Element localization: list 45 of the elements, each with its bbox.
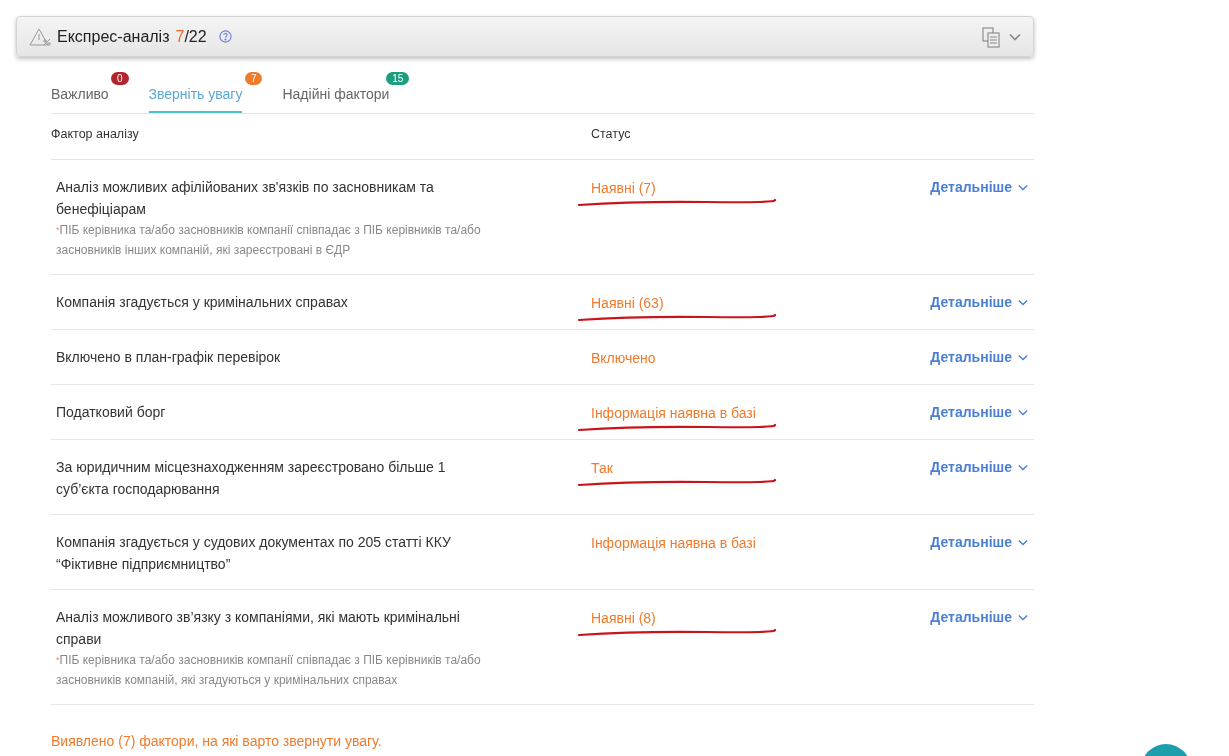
- chevron-down-icon: [1018, 353, 1028, 361]
- status-text: Наявні (63): [591, 295, 664, 311]
- tab[interactable]: Зверніть увагу: [148, 74, 243, 113]
- chevron-down-icon: [1018, 613, 1028, 621]
- chevron-down-icon: [1018, 183, 1028, 191]
- factor-text: Компанія згадується у кримінальних справах: [56, 293, 349, 312]
- help-icon[interactable]: [218, 30, 232, 43]
- documents-icon[interactable]: [981, 25, 1001, 48]
- count-badge: 0: [111, 72, 129, 85]
- details-link[interactable]: Детальніше: [930, 606, 1028, 628]
- details-link[interactable]: Детальніше: [930, 176, 1028, 198]
- chevron-down-icon: [1018, 463, 1028, 471]
- status-text: Інформація наявна в базі: [591, 405, 756, 421]
- chevron-down-icon: [1009, 32, 1021, 41]
- count-badge: 7: [244, 72, 263, 85]
- chevron-down-icon: [1018, 538, 1028, 546]
- details-link[interactable]: Детальніше: [930, 401, 1028, 423]
- factor-text: Податковий борг: [56, 403, 167, 422]
- details-link[interactable]: Детальніше: [930, 346, 1028, 368]
- tab[interactable]: Важливо: [51, 74, 109, 113]
- summary-text: Виявлено (7) фактори, на які варто звернути увагу.: [51, 732, 383, 751]
- factor-text: Компанія згадується у судових документах по 205 статті ККУ “Фіктивне підприємництво”: [56, 533, 452, 574]
- status-text: Інформація наявна в базі: [591, 535, 756, 551]
- warning-icon: [29, 27, 51, 46]
- status-text: Наявні (7): [591, 180, 656, 196]
- header-count: 7/22: [175, 26, 207, 47]
- status-text: Так: [591, 460, 613, 476]
- factor-text: Аналіз можливих афілійованих зв'язків по засновникам та бенефіціарам: [56, 178, 435, 219]
- chevron-down-icon: [1018, 408, 1028, 416]
- status-text: Включено: [591, 350, 656, 366]
- chevron-down-icon: [1018, 298, 1028, 306]
- factor-note: *ПІБ керівника та/або засновників компанії співпадає з ПІБ керівників та/або засновників інших компаній, які зареєстровані в ЄДР: [56, 222, 482, 259]
- column-header: Фактор аналізу: [51, 126, 140, 144]
- column-header: Статус: [591, 126, 631, 144]
- header-title: Експрес-аналіз: [57, 26, 170, 47]
- count-badge: 15: [386, 72, 410, 85]
- factor-note: *ПІБ керівника та/або засновників компанії співпадає з ПІБ керівників та/або засновників компаній, які згадуються у кримінальних справах: [56, 652, 482, 689]
- details-link[interactable]: Детальніше: [930, 291, 1028, 313]
- factor-text: Включено в план-графік перевірок: [56, 348, 282, 367]
- details-link[interactable]: Детальніше: [930, 456, 1028, 478]
- status-text: Наявні (8): [591, 610, 656, 626]
- factor-text: Аналіз можливого зв’язку з компаніями, які мають кримінальні справи: [56, 608, 461, 649]
- details-link[interactable]: Детальніше: [930, 531, 1028, 553]
- header-bar[interactable]: Експрес-аналіз 7/22: [16, 16, 1034, 57]
- factor-text: За юридичним місцезнаходженням зареєстровано більше 1 суб’єкта господарювання: [56, 458, 447, 499]
